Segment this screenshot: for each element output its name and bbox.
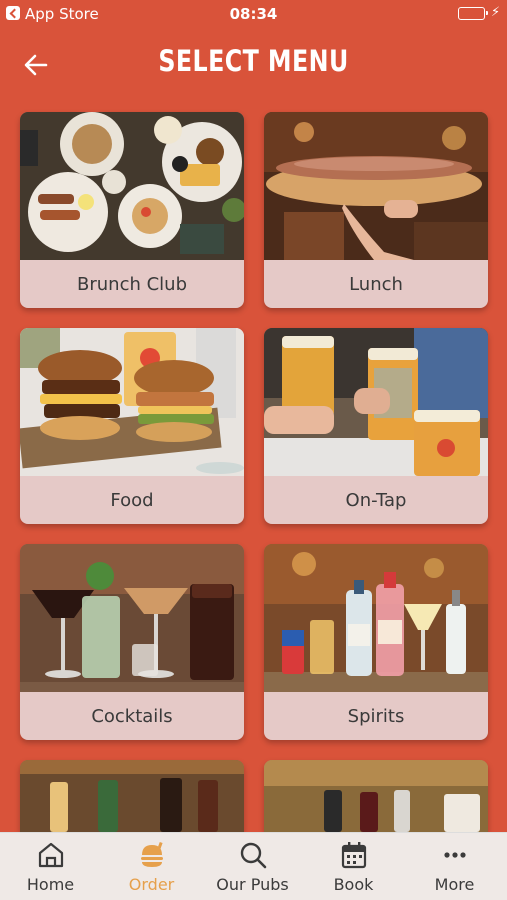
tab-home[interactable]: Home <box>0 833 101 900</box>
menu-card-food[interactable]: Food <box>20 328 244 524</box>
on-tap-photo <box>264 328 488 476</box>
charging-icon: ⚡ <box>491 5 501 20</box>
bar-shelf-photo <box>264 760 488 832</box>
brunch-photo <box>20 112 244 260</box>
more-icon <box>443 852 466 858</box>
menu-card-brunch-club[interactable]: Brunch Club <box>20 112 244 308</box>
order-icon <box>140 841 163 867</box>
lunch-photo <box>264 112 488 260</box>
bottom-tab-bar: Home Order Our Pubs Book More <box>0 832 507 900</box>
menu-card-label: Cocktails <box>91 705 173 727</box>
food-photo <box>20 328 244 476</box>
tab-more[interactable]: More <box>404 833 505 900</box>
tab-label: Our Pubs <box>216 875 289 894</box>
page-title: SELECT MENU <box>158 44 349 78</box>
menu-card-on-tap[interactable]: On-Tap <box>264 328 488 524</box>
tab-our-pubs[interactable]: Our Pubs <box>202 833 303 900</box>
calendar-icon <box>341 842 366 869</box>
tab-label: Home <box>26 875 75 894</box>
menu-card-cocktails[interactable]: Cocktails <box>20 544 244 740</box>
status-bar: App Store 08:34 ⚡ <box>0 0 507 28</box>
search-icon <box>240 842 266 869</box>
battery-icon <box>458 7 488 20</box>
home-icon <box>38 842 63 868</box>
tab-label: Order <box>128 875 175 894</box>
menu-card-partial-right[interactable] <box>264 760 488 832</box>
menu-card-label: Spirits <box>347 705 405 727</box>
tab-book[interactable]: Book <box>303 833 404 900</box>
menu-card-label: Food <box>110 489 154 511</box>
menu-card-label: Lunch <box>349 273 403 295</box>
menu-card-label: On-Tap <box>345 489 407 511</box>
status-time: 08:34 <box>229 5 278 23</box>
tab-label: More <box>434 875 475 894</box>
tab-order[interactable]: Order <box>101 833 202 900</box>
menu-card-label: Brunch Club <box>77 273 187 295</box>
menu-card-lunch[interactable]: Lunch <box>264 112 488 308</box>
header: SELECT MENU <box>0 40 507 90</box>
spirits-photo <box>264 544 488 692</box>
menu-card-spirits[interactable]: Spirits <box>264 544 488 740</box>
tab-label: Book <box>333 875 374 894</box>
bar-shelf-photo <box>20 760 244 832</box>
menu-card-partial-left[interactable] <box>20 760 244 832</box>
cocktails-photo <box>20 544 244 692</box>
